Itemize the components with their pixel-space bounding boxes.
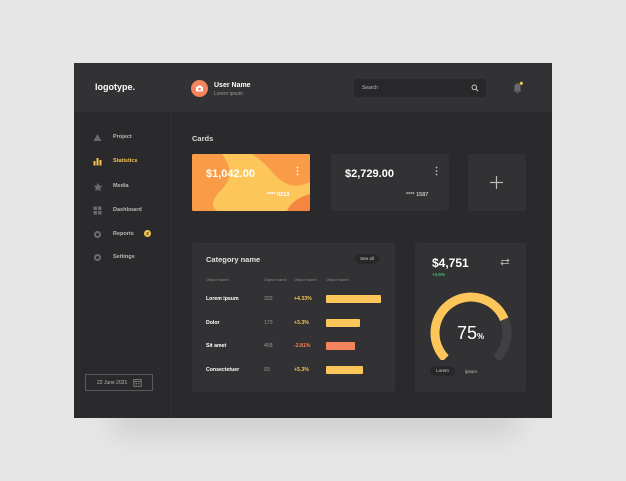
more-icon[interactable] <box>435 166 438 176</box>
card-number: **** 1587 <box>406 192 429 198</box>
gauge-percent: 75% <box>457 323 484 344</box>
more-icon[interactable] <box>296 166 299 176</box>
table-row[interactable]: Lorem ipsum 322 +4.33% <box>192 295 395 306</box>
column-header: Object name <box>206 277 229 282</box>
card-wave-pattern <box>192 154 310 211</box>
gauge-percent-value: 75 <box>457 323 478 343</box>
row-change: +5.3% <box>294 367 309 373</box>
card-amount: $2,729.00 <box>345 168 394 180</box>
summary-change: +3.5% <box>432 272 445 277</box>
legend-item-lorem[interactable]: Lorem <box>430 366 455 376</box>
row-name: Consectetuer <box>206 367 240 373</box>
gauge-track <box>493 317 512 360</box>
plus-icon <box>490 176 503 189</box>
row-bar <box>326 295 381 303</box>
row-value: 322 <box>264 296 273 302</box>
table-row[interactable]: Sit amet 458 -2.81% <box>192 342 395 353</box>
main-content: Cards $1,042.00 **** 0213 $2,729.00 ****… <box>74 63 552 418</box>
row-name: Lorem ipsum <box>206 296 239 302</box>
row-change: -2.81% <box>294 343 311 349</box>
dashboard-window: logotype. User Name Lorem ipsum Search P… <box>74 63 552 418</box>
row-change: +4.33% <box>294 296 312 302</box>
card-primary[interactable]: $1,042.00 **** 0213 <box>192 154 310 211</box>
row-value: 458 <box>264 343 273 349</box>
row-change: +3.3% <box>294 320 309 326</box>
row-value: 93 <box>264 367 270 373</box>
row-name: Sit amet <box>206 343 227 349</box>
gauge-percent-sign: % <box>477 332 485 341</box>
row-name: Dolor <box>206 320 220 326</box>
row-bar <box>326 342 355 350</box>
row-value: 173 <box>264 320 273 326</box>
table-row[interactable]: Consectetuer 93 +5.3% <box>192 366 395 377</box>
row-bar <box>326 366 363 374</box>
category-panel: Category name See all Object name Object… <box>192 243 395 392</box>
card-number: **** 0213 <box>267 192 290 198</box>
column-header: Object name <box>294 277 317 282</box>
card-secondary[interactable]: $2,729.00 **** 1587 <box>331 154 449 211</box>
add-card-button[interactable] <box>468 154 526 211</box>
category-title: Category name <box>206 255 261 264</box>
summary-panel: $4,751 +3.5% 75% Lorem ipsum <box>415 243 526 392</box>
see-all-button[interactable]: See all <box>355 254 379 264</box>
table-row[interactable]: Dolor 173 +3.3% <box>192 319 395 330</box>
column-header: Object name <box>326 277 349 282</box>
cards-title: Cards <box>192 134 214 143</box>
card-amount: $1,042.00 <box>206 168 255 180</box>
summary-amount: $4,751 <box>432 256 469 270</box>
column-header: Object name <box>264 277 287 282</box>
swap-icon[interactable] <box>500 258 510 266</box>
legend-item-ipsum[interactable]: ipsum <box>465 369 477 374</box>
row-bar <box>326 319 360 327</box>
